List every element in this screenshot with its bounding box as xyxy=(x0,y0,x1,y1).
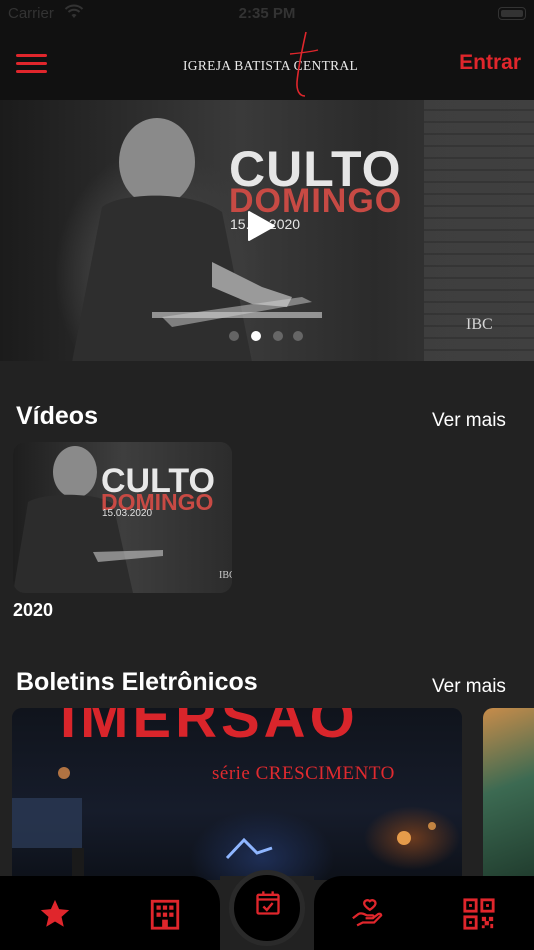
app-header: IGREJA BATISTA CENTRAL Entrar xyxy=(0,30,534,100)
videos-see-more-link[interactable]: Ver mais xyxy=(432,410,506,432)
bulletin-card[interactable] xyxy=(483,708,534,880)
calendar-tab-button[interactable] xyxy=(229,870,305,946)
bulletin-stage-image xyxy=(12,767,436,880)
video-card[interactable]: CULTO DOMINGO 15.03.2020 IBC xyxy=(13,442,232,593)
videos-section-title: Vídeos xyxy=(16,402,98,430)
video-card-label: 2020 xyxy=(13,600,54,620)
bulletins-section-title: Boletins Eletrônicos xyxy=(16,668,258,696)
login-button[interactable]: Entrar xyxy=(459,51,521,75)
battery-icon xyxy=(498,7,526,20)
menu-line-icon xyxy=(16,54,47,57)
carousel-dot[interactable] xyxy=(273,331,283,341)
bottom-tab-bar xyxy=(0,870,534,950)
carousel-dot[interactable] xyxy=(229,331,239,341)
calendar-check-icon xyxy=(256,891,280,915)
video-thumb-brand: IBC xyxy=(219,570,232,581)
status-time: 2:35 PM xyxy=(238,5,296,22)
qr-code-icon[interactable] xyxy=(462,897,496,931)
hero-carousel[interactable]: CULTO DOMINGO 15.03.2020 IBC xyxy=(0,100,534,361)
logo-text: IGREJA BATISTA CENTRAL xyxy=(183,58,359,73)
menu-line-icon xyxy=(16,70,47,73)
building-icon[interactable] xyxy=(148,897,182,931)
bulletin-card[interactable]: IMERSÃO série CRESCIMENTO xyxy=(12,708,462,880)
menu-line-icon xyxy=(16,62,47,65)
star-icon[interactable] xyxy=(38,897,72,931)
logo-t-mark-icon xyxy=(289,31,319,97)
hamburger-menu-button[interactable] xyxy=(16,54,48,74)
tabbar-right-panel xyxy=(314,876,534,950)
video-thumb-date: 15.03.2020 xyxy=(102,508,153,519)
carousel-dot-active[interactable] xyxy=(251,331,261,341)
tabbar-left-panel xyxy=(0,876,220,950)
church-logo: IGREJA BATISTA CENTRAL xyxy=(180,30,358,100)
carousel-dots xyxy=(229,331,309,341)
bulletins-see-more-link[interactable]: Ver mais xyxy=(432,676,506,698)
hero-brand: IBC xyxy=(466,316,493,333)
carousel-dot[interactable] xyxy=(293,331,303,341)
play-icon[interactable] xyxy=(246,210,276,242)
status-bar: Carrier 2:35 PM xyxy=(0,0,534,30)
heart-hand-icon[interactable] xyxy=(350,897,384,931)
